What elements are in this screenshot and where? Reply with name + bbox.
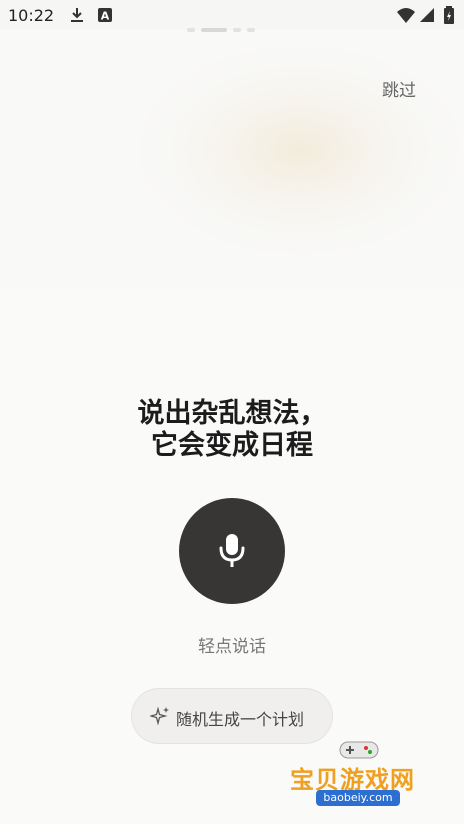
mic-button[interactable]	[179, 498, 285, 604]
wifi-icon	[397, 8, 415, 23]
tap-to-speak-hint: 轻点说话	[198, 637, 266, 657]
headline: 说出杂乱想法， 它会变成日程	[0, 398, 464, 462]
microphone-icon	[219, 534, 245, 567]
headline-line-1: 说出杂乱想法，	[137, 398, 327, 429]
page-dot-active	[201, 28, 227, 32]
signal-icon	[420, 8, 434, 22]
gamepad-icon	[339, 741, 379, 759]
battery-icon	[444, 6, 454, 24]
status-time: 10:22	[8, 6, 55, 25]
headline-line-2: 它会变成日程	[151, 430, 313, 461]
random-plan-label: 随机生成一个计划	[176, 710, 305, 729]
page-dot	[233, 28, 241, 32]
watermark: 宝贝游戏网 baobeiy.com	[288, 738, 428, 818]
svg-text:A: A	[101, 10, 110, 23]
page-dot	[187, 28, 195, 32]
download-icon	[71, 8, 83, 22]
page-dot	[247, 28, 255, 32]
sparkle-icon	[150, 706, 169, 726]
a-notification-icon: A	[98, 8, 112, 23]
hero-illustration	[0, 30, 464, 288]
status-bar: 10:22 A	[0, 0, 464, 30]
random-plan-button[interactable]: 随机生成一个计划	[131, 688, 333, 744]
watermark-url: baobeiy.com	[316, 790, 400, 806]
page-indicator	[187, 28, 255, 32]
skip-button[interactable]: 跳过	[382, 76, 416, 101]
